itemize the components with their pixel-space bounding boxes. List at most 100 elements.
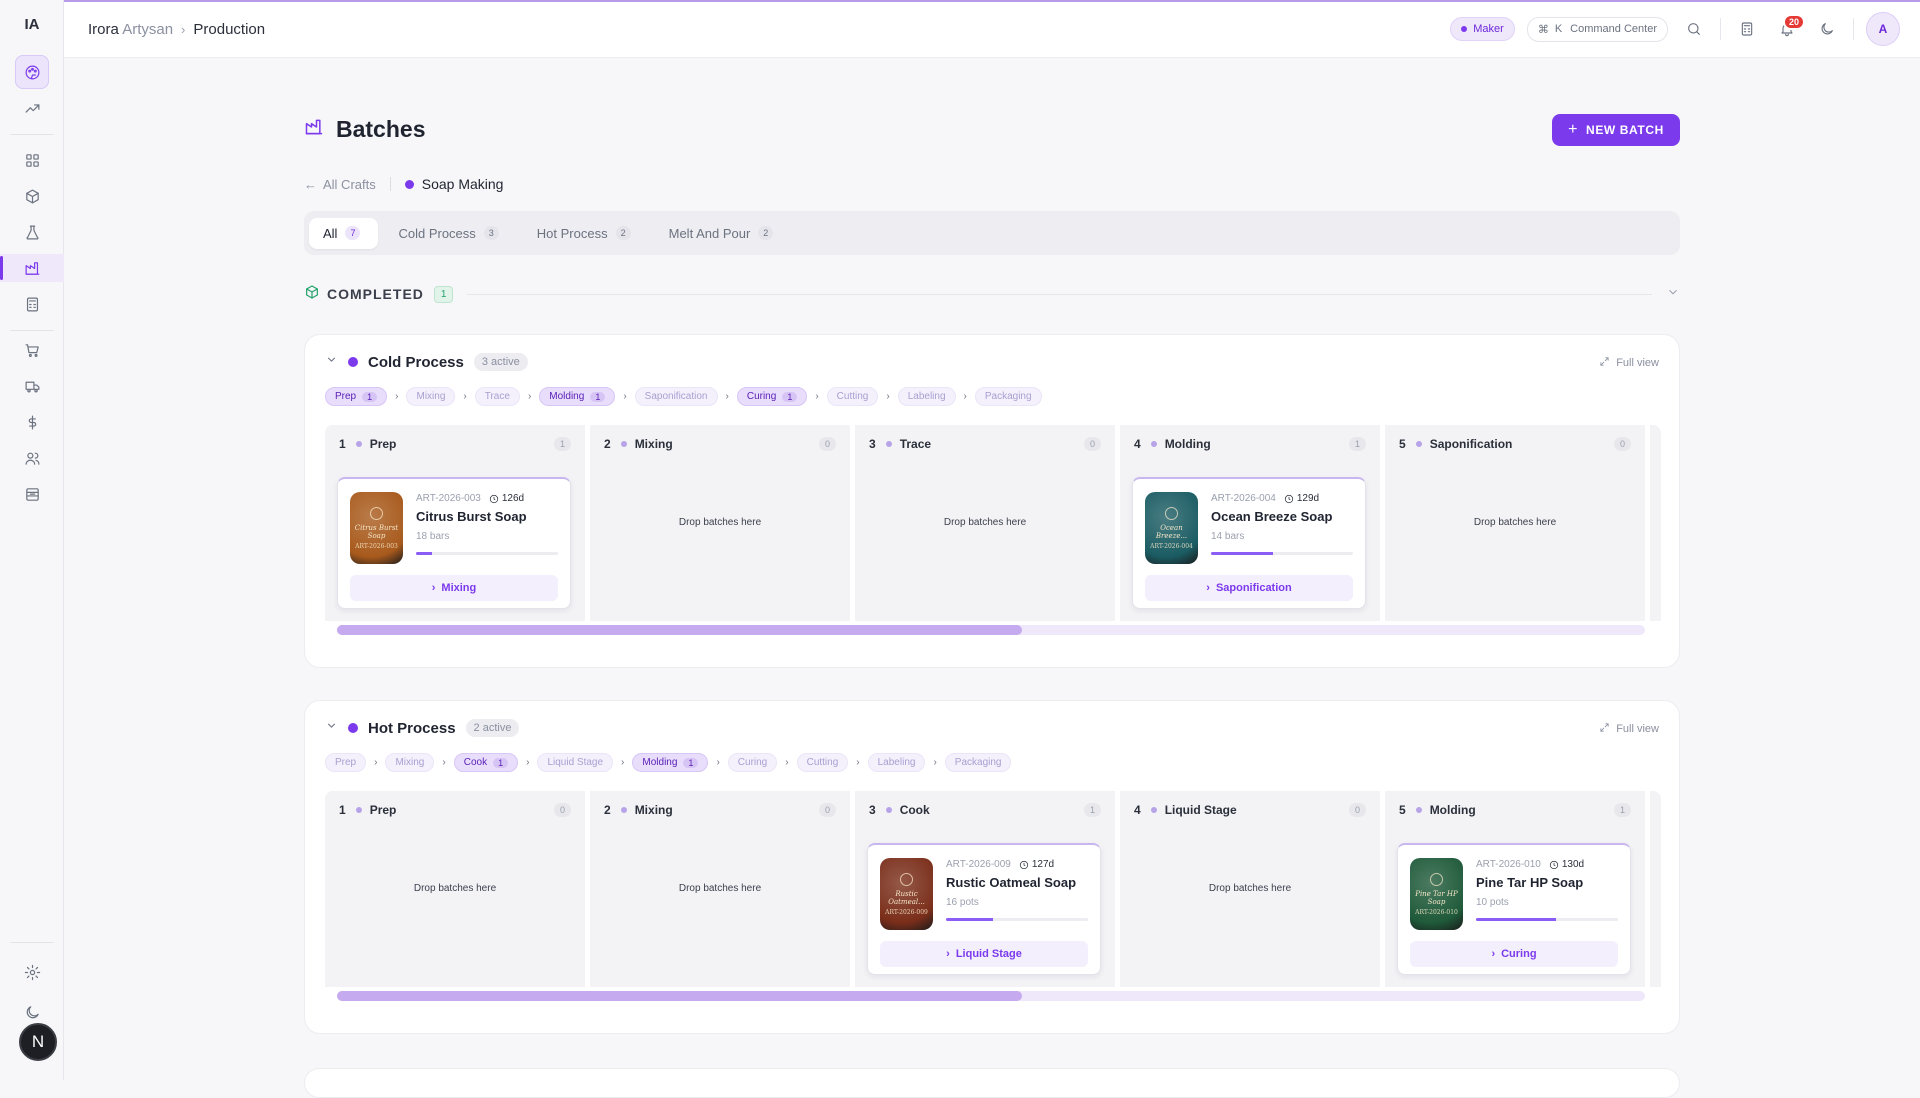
kanban-column: 4 Liquid Stage 0 Drop batches here	[1120, 791, 1380, 987]
drop-zone[interactable]: Drop batches here	[1120, 883, 1380, 894]
drop-zone[interactable]: Drop batches here	[590, 883, 850, 894]
stage-pill[interactable]: Cutting	[796, 753, 849, 772]
role-pill[interactable]: Maker	[1450, 17, 1515, 41]
role-pill-label: Maker	[1473, 23, 1504, 35]
stage-pill[interactable]: Trace	[474, 387, 520, 406]
stage-pill[interactable]: Mixing	[406, 387, 456, 406]
flask-icon[interactable]	[18, 218, 46, 246]
stage-pill[interactable]: Prep	[325, 753, 367, 772]
breadcrumb-org[interactable]: Irora Artysan	[88, 21, 173, 38]
box-icon[interactable]	[18, 182, 46, 210]
breadcrumb-org-first: Irora	[88, 21, 119, 38]
process-panel-melt	[304, 1068, 1680, 1098]
truck-icon[interactable]	[18, 372, 46, 400]
kanban-column: 4 Molding 1 Ocean Breeze... ART-2026-004 ART-…	[1120, 425, 1380, 621]
stage-count: 1	[493, 757, 509, 768]
chevron-down-icon[interactable]	[325, 353, 338, 371]
advance-stage-button[interactable]: › Curing	[1410, 941, 1618, 967]
chevron-down-icon[interactable]	[325, 719, 338, 737]
scrollbar-thumb[interactable]	[337, 991, 1023, 1001]
board-scrollbar[interactable]	[337, 625, 1645, 635]
search-icon[interactable]	[1680, 15, 1708, 43]
cart-icon[interactable]	[18, 336, 46, 364]
thumbnail-code: ART-2026-004	[1150, 542, 1193, 550]
batch-progress	[1211, 552, 1353, 555]
user-avatar[interactable]: A	[1866, 12, 1900, 46]
scrollbar-thumb[interactable]	[337, 625, 1023, 635]
stage-label: Labeling	[877, 757, 916, 768]
stage-pill[interactable]: Curing 1	[736, 387, 808, 406]
stage-pill[interactable]: Molding 1	[632, 753, 709, 772]
completed-section-toggle[interactable]: COMPLETED 1	[304, 284, 1680, 304]
trend-icon[interactable]	[18, 94, 46, 122]
seal-icon	[370, 506, 383, 520]
progress-fill	[1211, 552, 1274, 555]
stage-pill[interactable]: Packaging	[944, 753, 1012, 772]
workspace-avatar[interactable]: N	[19, 1023, 57, 1061]
back-to-crafts-link[interactable]: ← All Crafts	[304, 177, 376, 192]
column-count: 0	[818, 437, 836, 451]
tab-hot-process[interactable]: Hot Process 2	[523, 218, 649, 249]
batch-progress	[946, 918, 1088, 921]
stage-label: Mixing	[416, 391, 446, 402]
full-view-button[interactable]: Full view	[1599, 722, 1659, 736]
column-header: 2 Mixing 0	[604, 437, 836, 451]
stage-pill[interactable]: Curing	[727, 753, 778, 772]
stage-pill[interactable]: Cook 1	[453, 753, 519, 772]
stage-pill[interactable]: Labeling	[897, 387, 956, 406]
settings-icon[interactable]	[18, 958, 46, 986]
stage-pill[interactable]: Labeling	[867, 753, 926, 772]
moon-icon[interactable]	[1813, 15, 1841, 43]
breadcrumb-chevron-icon: ›	[181, 22, 186, 37]
batch-card[interactable]: Rustic Oatmeal... ART-2026-009 ART-2026-00…	[867, 843, 1101, 975]
column-count: 1	[1083, 803, 1101, 817]
stage-pill[interactable]: Molding 1	[539, 387, 616, 406]
column-count: 0	[1348, 803, 1366, 817]
column-dot	[885, 807, 892, 813]
dollar-icon[interactable]	[18, 408, 46, 436]
stage-pill[interactable]: Saponification	[634, 387, 718, 406]
column-header: 4 Molding 1	[1134, 437, 1366, 451]
stage-pill[interactable]: Liquid Stage	[537, 753, 614, 772]
tab-cold-process[interactable]: Cold Process 3	[384, 218, 516, 249]
advance-stage-button[interactable]: › Liquid Stage	[880, 941, 1088, 967]
stage-pill[interactable]: Mixing	[385, 753, 435, 772]
batch-age-value: 127d	[1031, 859, 1055, 870]
batch-age: 129d	[1284, 493, 1319, 504]
stage-label: Prep	[335, 757, 357, 768]
command-center-button[interactable]: ⌘ K Command Center	[1526, 16, 1668, 42]
advance-stage-button[interactable]: › Saponification	[1145, 575, 1353, 601]
moon-icon[interactable]	[18, 998, 46, 1026]
drop-zone[interactable]: Drop batches here	[590, 517, 850, 528]
drop-zone[interactable]: Drop batches here	[1385, 517, 1645, 528]
archive-icon[interactable]	[18, 480, 46, 508]
stage-pill[interactable]: Prep 1	[325, 387, 388, 406]
stage-pill[interactable]: Packaging	[974, 387, 1042, 406]
stage-track: Prep › Mixing › Cook 1 › Liquid Stage › Molding 1 ›…	[325, 753, 1012, 772]
tab-all[interactable]: All 7	[309, 217, 379, 249]
drop-zone[interactable]: Drop batches here	[325, 883, 585, 894]
full-view-label: Full view	[1616, 723, 1659, 735]
advance-stage-button[interactable]: › Mixing	[350, 575, 558, 601]
batch-card[interactable]: Citrus Burst Soap ART-2026-003 ART-2026-00…	[337, 477, 571, 609]
bell-icon[interactable]: 20	[1773, 14, 1805, 43]
batch-card[interactable]: Ocean Breeze... ART-2026-004 ART-2026-004 1…	[1132, 477, 1366, 609]
kanban-column: 1 Prep 1 Citrus Burst Soap ART-2026-003 ART-2…	[325, 425, 585, 621]
full-view-button[interactable]: Full view	[1599, 356, 1659, 370]
calculator-icon[interactable]	[18, 290, 46, 318]
users-icon[interactable]	[18, 444, 46, 472]
column-count: 1	[553, 437, 571, 451]
batch-meta: ART-2026-003 126d	[416, 493, 524, 504]
calculator-icon[interactable]	[1733, 15, 1761, 43]
batch-card[interactable]: Pine Tar HP Soap ART-2026-010 ART-2026-010…	[1397, 843, 1631, 975]
chevron-right-icon: ›	[1491, 948, 1496, 960]
grid-icon[interactable]	[18, 146, 46, 174]
board-scrollbar[interactable]	[337, 991, 1645, 1001]
batch-quantity: 14 bars	[1211, 531, 1245, 542]
drop-zone[interactable]: Drop batches here	[855, 517, 1115, 528]
tab-melt-and-pour[interactable]: Melt And Pour 2	[655, 218, 792, 249]
new-batch-button[interactable]: + NEW BATCH	[1552, 114, 1680, 146]
stage-pill[interactable]: Cutting	[826, 387, 879, 406]
palette-icon[interactable]	[15, 55, 49, 89]
sidebar-item-batches[interactable]	[0, 254, 64, 282]
